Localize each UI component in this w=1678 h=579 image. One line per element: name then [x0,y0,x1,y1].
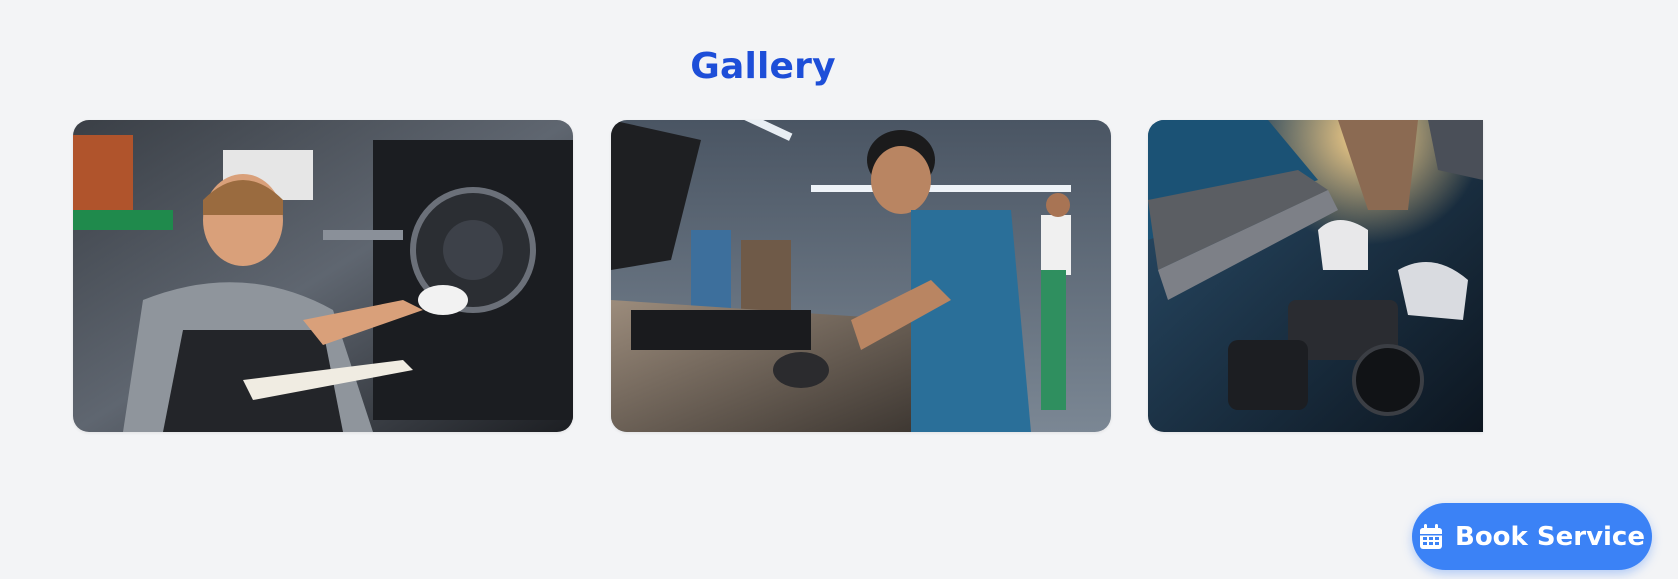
gallery-image-engine-bay[interactable] [1148,120,1483,432]
calendar-icon [1419,523,1443,550]
gallery-image-car-mechanic[interactable] [611,120,1111,432]
engine-bay-photo [1148,120,1483,432]
book-service-label: Book Service [1455,521,1645,552]
page: Gallery Book Service [0,0,1678,579]
mechanic-motorcycle-photo [73,120,573,432]
book-service-button[interactable]: Book Service [1412,503,1652,570]
mechanic-car-hood-photo [611,120,1111,432]
gallery-image-motorcycle-mechanic[interactable] [73,120,573,432]
gallery-title: Gallery [690,46,836,88]
